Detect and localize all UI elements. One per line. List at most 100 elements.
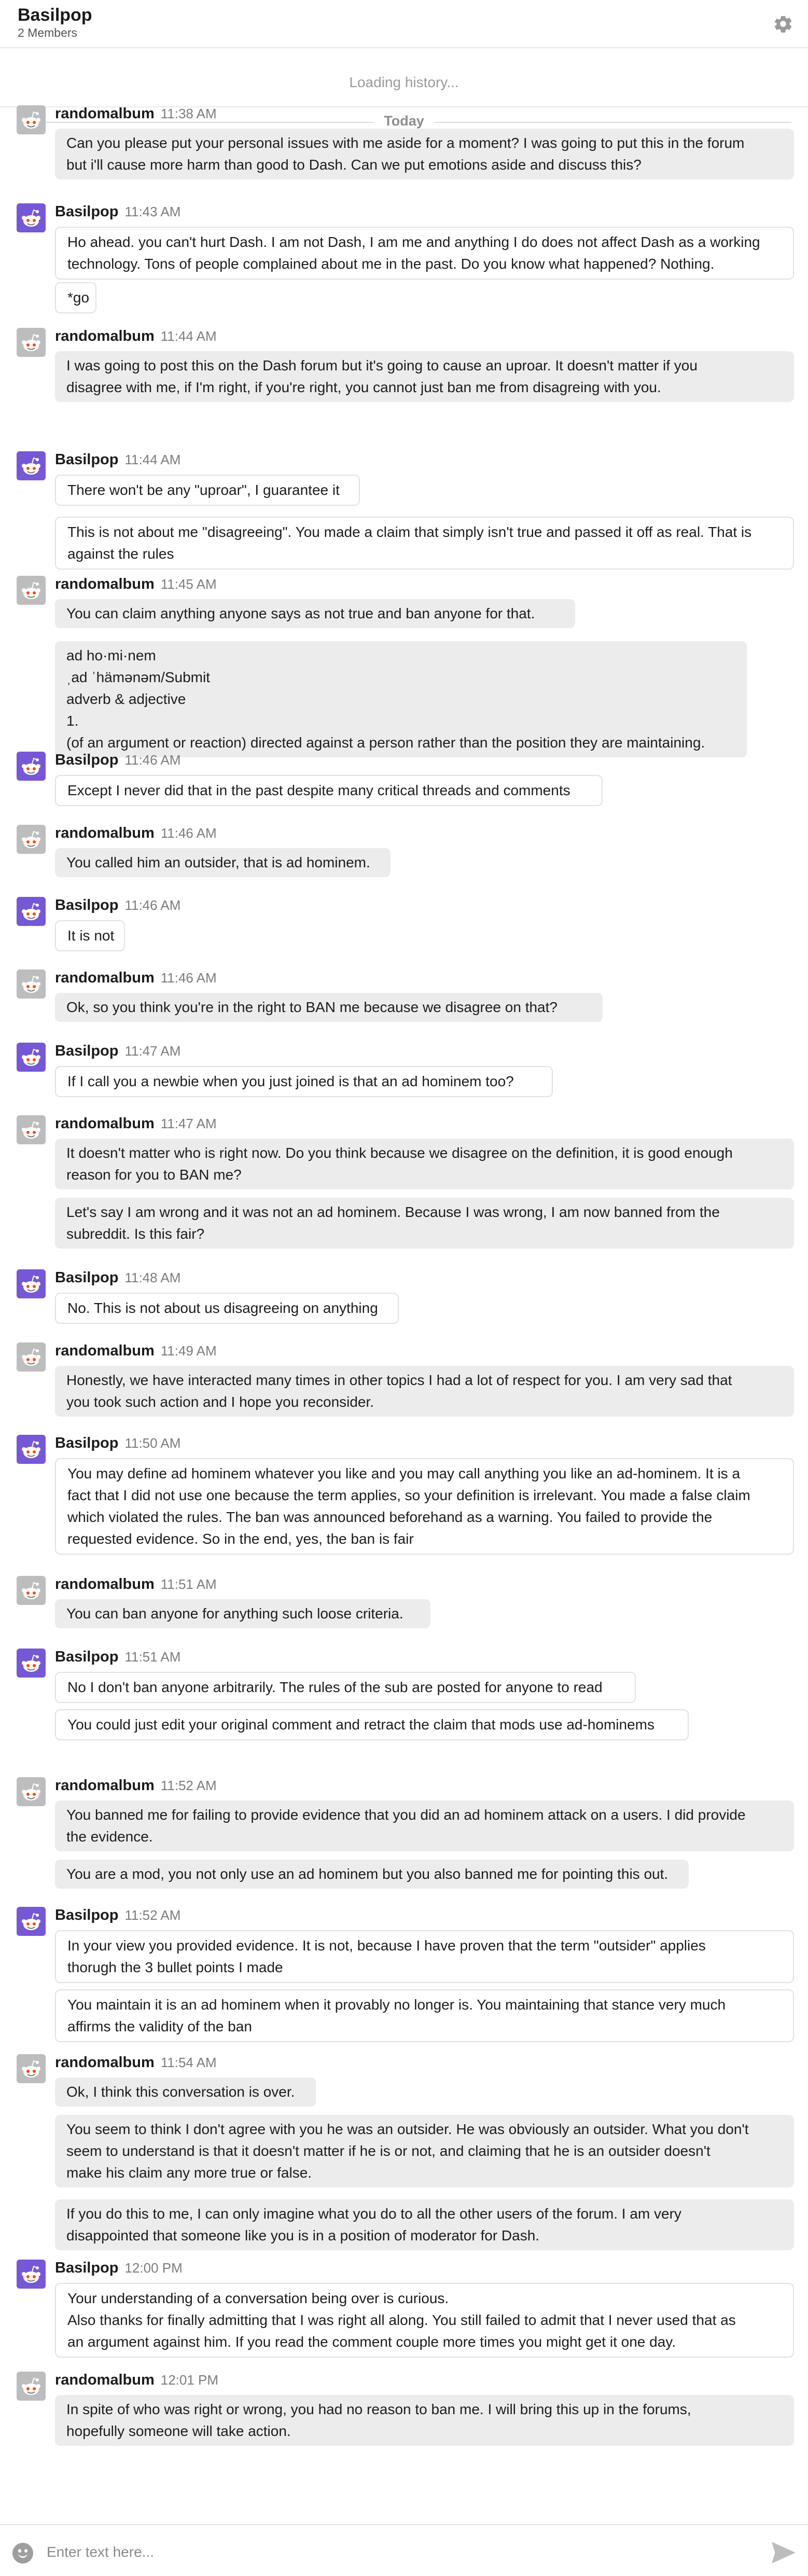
message-bubble[interactable]: *go <box>55 282 96 313</box>
author-name[interactable]: Basilpop <box>55 1269 118 1286</box>
author-name[interactable]: Basilpop <box>55 2260 118 2276</box>
message-bubble[interactable]: No. This is not about us disagreeing on … <box>55 1293 399 1324</box>
avatar[interactable] <box>17 203 46 232</box>
message-bubble[interactable]: Ok, I think this conversation is over. <box>55 2078 316 2107</box>
author-name[interactable]: Basilpop <box>55 752 118 768</box>
message-meta: randomalbum 11:52 AM <box>55 1777 217 1794</box>
author-name[interactable]: randomalbum <box>55 2372 155 2388</box>
avatar[interactable] <box>17 2260 46 2289</box>
message-bubble[interactable]: No I don't ban anyone arbitrarily. The r… <box>55 1672 636 1703</box>
avatar[interactable] <box>17 2372 46 2401</box>
author-name[interactable]: randomalbum <box>55 328 155 344</box>
author-name[interactable]: Basilpop <box>55 1043 118 1059</box>
message-bubble[interactable]: There won't be any "uproar", I guarantee… <box>55 475 360 506</box>
author-name[interactable]: Basilpop <box>55 1649 118 1665</box>
author-name[interactable]: Basilpop <box>55 1907 118 1923</box>
message-text: Your understanding of a conversation bei… <box>67 2290 449 2306</box>
message-bubble[interactable]: Honestly, we have interacted many times … <box>55 1366 794 1417</box>
avatar[interactable] <box>17 970 46 999</box>
chat-header: Basilpop 2 Members <box>0 0 808 48</box>
message-bubble[interactable]: Let's say I am wrong and it was not an a… <box>55 1198 794 1249</box>
author-name[interactable]: Basilpop <box>55 451 118 468</box>
author-name[interactable]: Basilpop <box>55 203 118 220</box>
message-text: Except I never did that in the past desp… <box>67 782 570 798</box>
message-bubble[interactable]: ad ho·mi·nem ˌad ˈhämənəm/Submit adverb & … <box>55 641 747 757</box>
message-bubble[interactable]: Ok, so you think you're in the right to … <box>55 993 603 1022</box>
avatar[interactable] <box>17 576 46 605</box>
author-name[interactable]: randomalbum <box>55 1777 155 1794</box>
message-bubble[interactable]: It is not <box>55 920 125 951</box>
message-text: (of an argument or reaction) directed ag… <box>66 735 705 751</box>
message-text: In spite of who was right or wrong, you … <box>66 2401 691 2417</box>
message-bubble[interactable]: You called him an outsider, that is ad h… <box>55 848 391 877</box>
avatar[interactable] <box>17 105 46 134</box>
message-meta: randomalbum 11:46 AM <box>55 970 217 987</box>
message-bubble[interactable]: Except I never did that in the past desp… <box>55 775 603 806</box>
avatar[interactable] <box>17 752 46 781</box>
timestamp: 11:48 AM <box>124 1270 181 1285</box>
message-bubble[interactable]: You maintain it is an ad hominem when it… <box>55 1989 794 2042</box>
message-bubble[interactable]: You may define ad hominem whatever you l… <box>55 1458 794 1555</box>
avatar[interactable] <box>17 1777 46 1806</box>
author-name[interactable]: Basilpop <box>55 1435 118 1451</box>
message-bubble[interactable]: In your view you provided evidence. It i… <box>55 1930 794 1983</box>
message-bubble[interactable]: Your understanding of a conversation bei… <box>55 2283 794 2358</box>
avatar[interactable] <box>17 1576 46 1605</box>
message-bubble[interactable]: Ho ahead. you can't hurt Dash. I am not … <box>55 227 794 280</box>
author-name[interactable]: randomalbum <box>55 825 155 841</box>
message-meta: randomalbum 11:44 AM <box>55 328 217 345</box>
snoo-icon <box>22 1048 40 1066</box>
timestamp: 11:52 AM <box>160 1778 217 1793</box>
message-bubble[interactable]: Can you please put your personal issues … <box>55 129 794 179</box>
message-bubble[interactable]: This is not about me "disagreeing". You … <box>55 517 794 570</box>
author-name[interactable]: randomalbum <box>55 576 155 592</box>
message-bubble[interactable]: You are a mod, you not only use an ad ho… <box>55 1860 689 1889</box>
avatar[interactable] <box>17 897 46 926</box>
avatar[interactable] <box>17 1649 46 1678</box>
message-bubble[interactable]: You banned me for failing to provide evi… <box>55 1801 794 1851</box>
message-input[interactable] <box>47 2536 736 2569</box>
message-text: You are a mod, you not only use an ad ho… <box>66 1866 668 1882</box>
author-name[interactable]: randomalbum <box>55 105 155 122</box>
message-bubble[interactable]: You can ban anyone for anything such loo… <box>55 1599 430 1628</box>
timestamp: 11:51 AM <box>160 1576 217 1592</box>
message-text: ˌad ˈhämənəm/Submit <box>66 669 211 685</box>
author-name[interactable]: randomalbum <box>55 970 155 986</box>
avatar[interactable] <box>17 328 46 357</box>
message-text: If you do this to me, I can only imagine… <box>66 2206 681 2222</box>
avatar[interactable] <box>17 1115 46 1144</box>
author-name[interactable]: Basilpop <box>55 897 118 913</box>
emoji-icon[interactable] <box>12 2543 33 2564</box>
message-bubble[interactable]: In spite of who was right or wrong, you … <box>55 2395 794 2446</box>
message-text: *go <box>67 289 90 306</box>
message-text: Ok, so you think you're in the right to … <box>66 999 558 1015</box>
author-name[interactable]: randomalbum <box>55 1576 155 1592</box>
message-bubble[interactable]: You seem to think I don't agree with you… <box>55 2115 794 2187</box>
message-bubble[interactable]: If I call you a newbie when you just joi… <box>55 1066 553 1097</box>
author-name[interactable]: randomalbum <box>55 1342 155 1359</box>
message-meta: Basilpop 11:46 AM <box>55 897 180 914</box>
message-bubble[interactable]: You could just edit your original commen… <box>55 1709 689 1740</box>
send-icon[interactable] <box>771 2541 797 2565</box>
message-bubble[interactable]: It doesn't matter who is right now. Do y… <box>55 1139 794 1189</box>
message-meta: Basilpop 11:47 AM <box>55 1043 180 1060</box>
snoo-icon <box>22 757 40 775</box>
avatar[interactable] <box>17 1269 46 1298</box>
avatar[interactable] <box>17 1342 46 1372</box>
author-name[interactable]: randomalbum <box>55 1115 155 1132</box>
message-text: fact that I did not use one because the … <box>67 1487 750 1503</box>
gear-icon[interactable] <box>773 13 793 34</box>
avatar[interactable] <box>17 1907 46 1936</box>
author-name[interactable]: randomalbum <box>55 2054 155 2071</box>
avatar[interactable] <box>17 2054 46 2083</box>
avatar[interactable] <box>17 1043 46 1072</box>
message-bubble[interactable]: You can claim anything anyone says as no… <box>55 599 575 628</box>
avatar[interactable] <box>17 825 46 854</box>
message-bubble[interactable]: I was going to post this on the Dash for… <box>55 351 794 402</box>
message-text: There won't be any "uproar", I guarantee… <box>67 482 340 498</box>
avatar[interactable] <box>17 451 46 480</box>
message-text: make his claim any more true or false. <box>66 2165 312 2181</box>
message-bubble[interactable]: If you do this to me, I can only imagine… <box>55 2199 794 2250</box>
avatar[interactable] <box>17 1435 46 1464</box>
message-text: subreddit. Is this fair? <box>66 1226 205 1242</box>
